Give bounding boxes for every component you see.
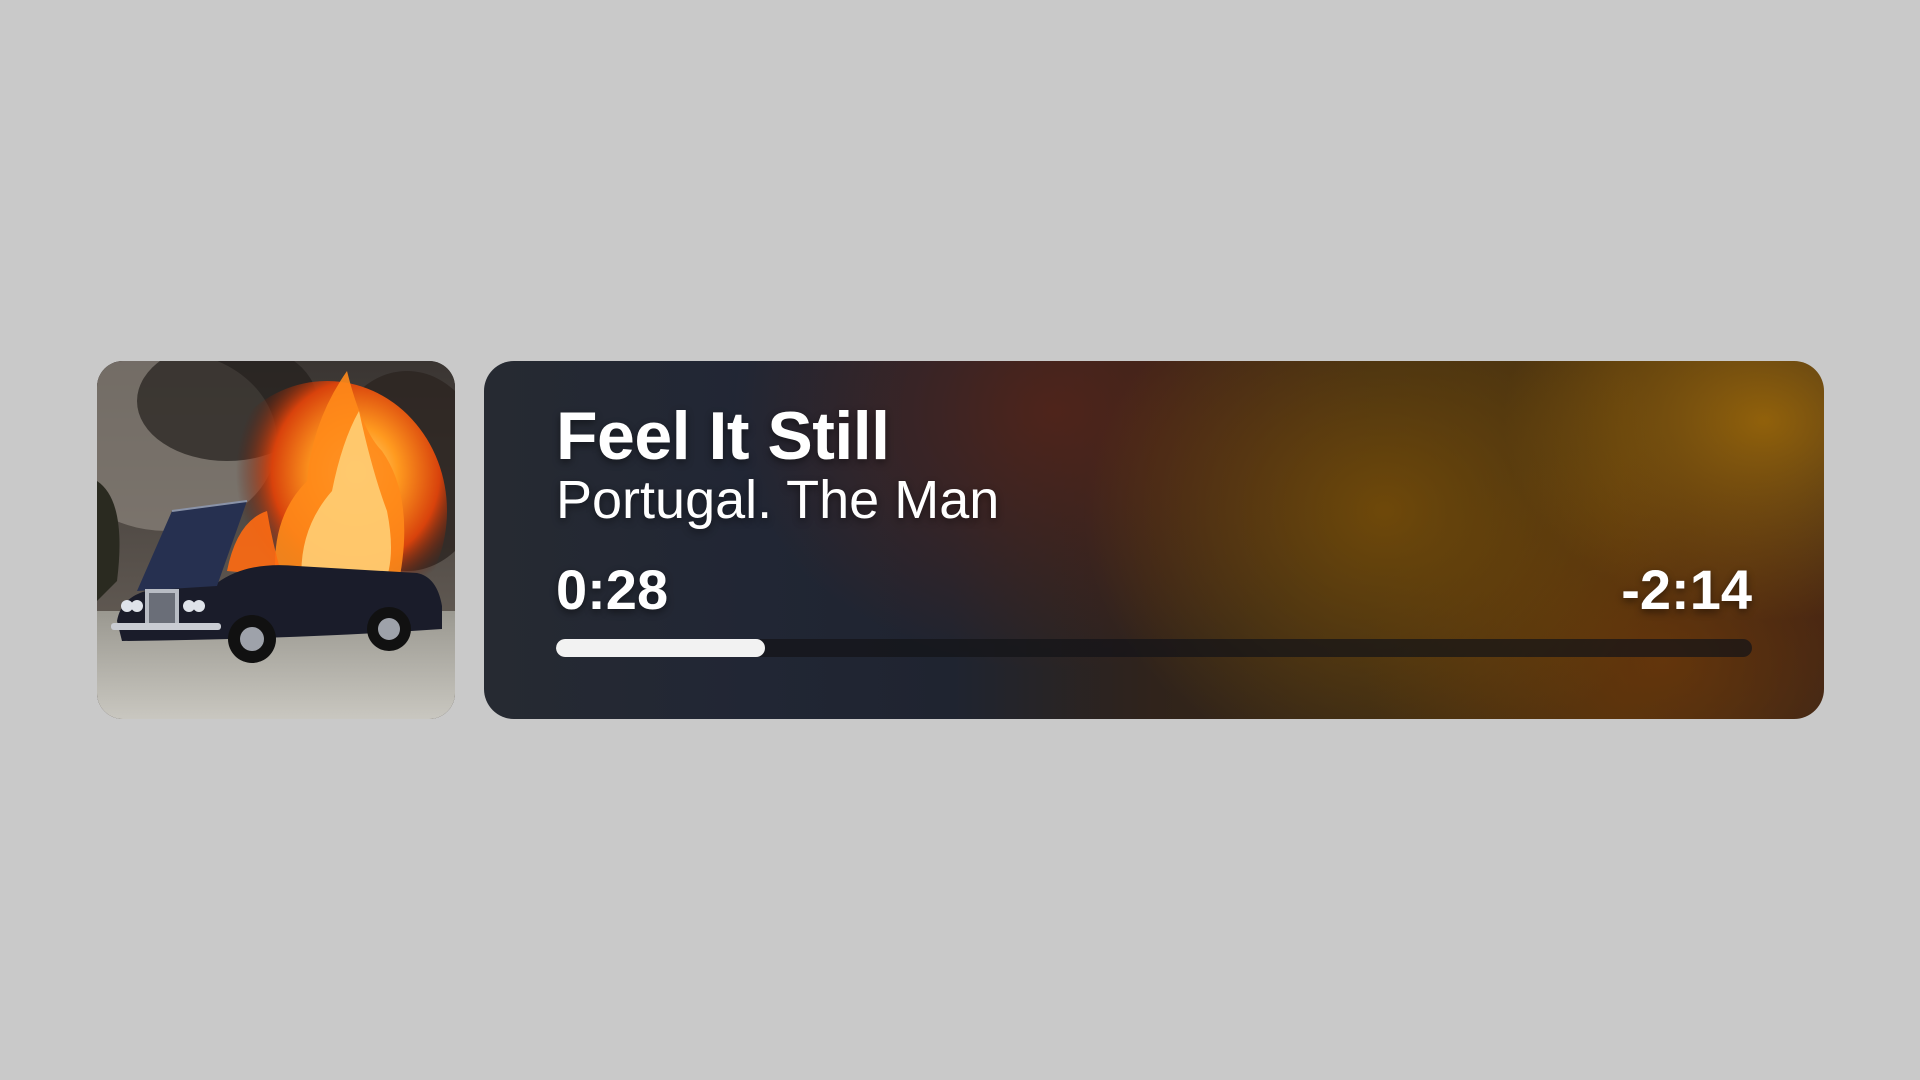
- progress-bar-fill: [556, 639, 766, 657]
- remaining-time: -2:14: [1621, 558, 1752, 621]
- elapsed-time: 0:28: [556, 558, 669, 621]
- now-playing-card[interactable]: Feel It Still Portugal. The Man 0:28 -2:…: [484, 361, 1824, 719]
- track-artist: Portugal. The Man: [556, 470, 1000, 530]
- track-title: Feel It Still: [556, 398, 890, 474]
- progress-bar[interactable]: [556, 639, 1752, 657]
- album-art-image: [97, 361, 455, 719]
- album-art[interactable]: [97, 361, 455, 719]
